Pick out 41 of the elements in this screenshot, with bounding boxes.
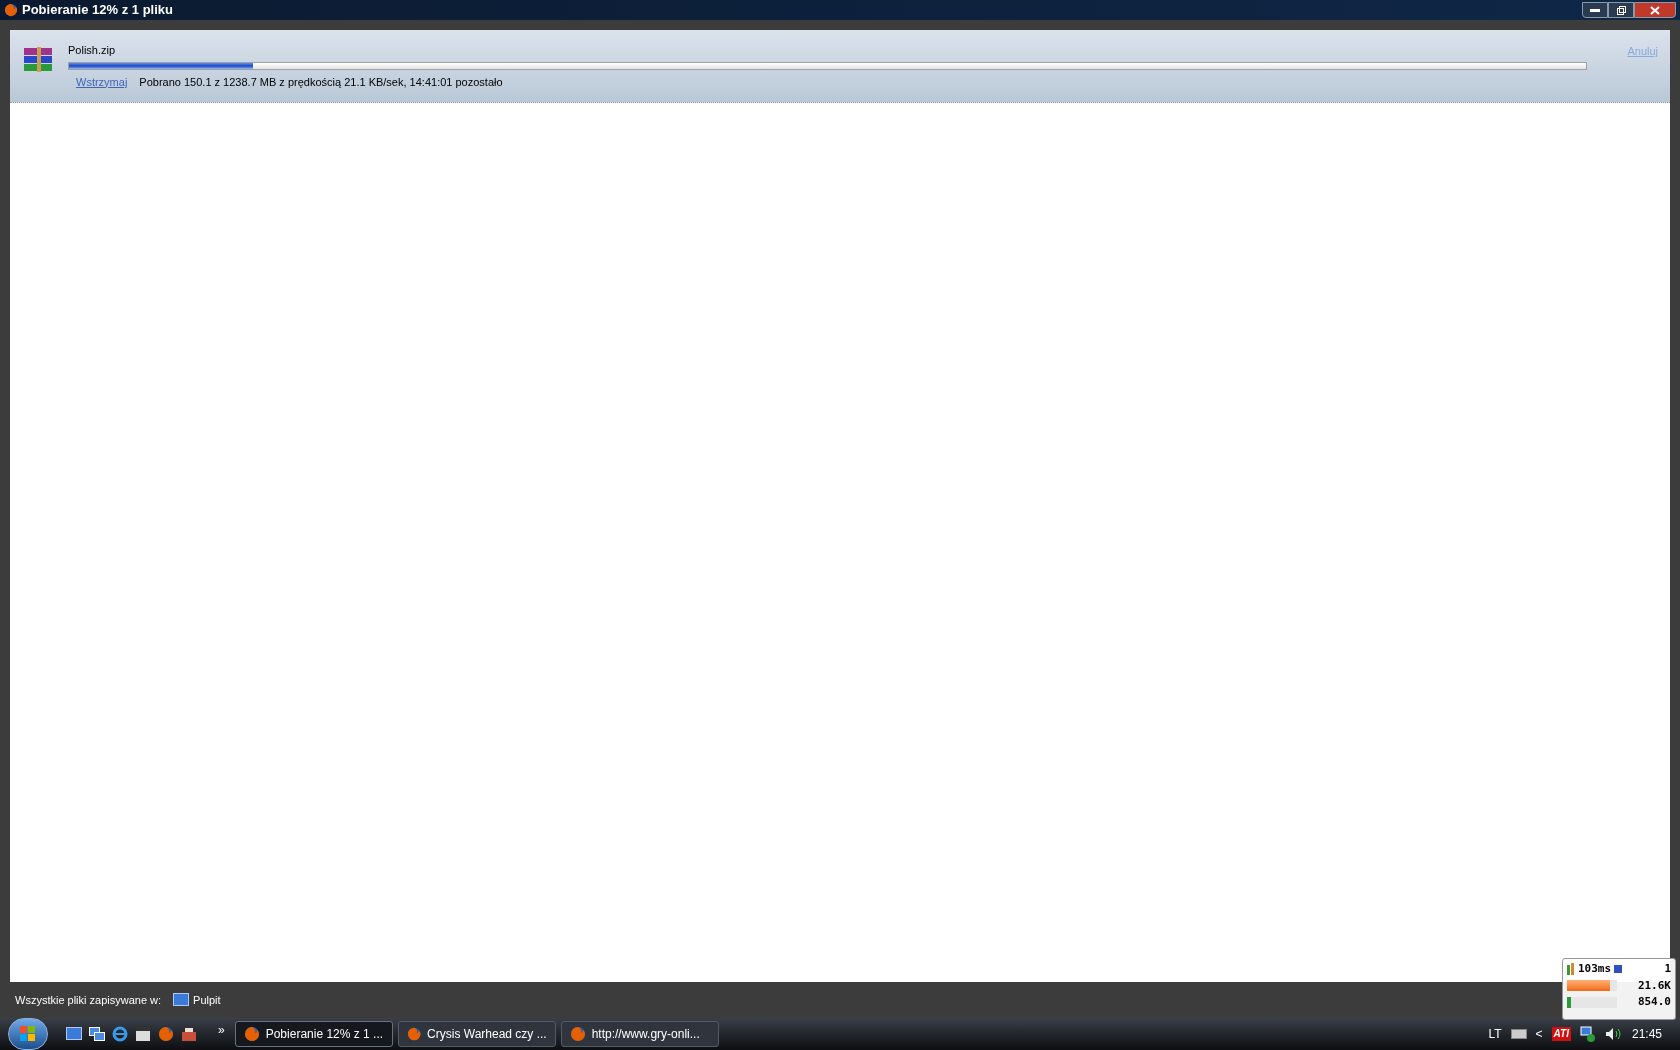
desktop-icon[interactable] <box>66 1027 82 1041</box>
firefox-icon <box>569 1026 586 1042</box>
start-button[interactable] <box>8 1018 48 1050</box>
taskbar-button[interactable]: Pobieranie 12% z 1 ... <box>234 1021 393 1047</box>
ati-logo[interactable]: ATI <box>1551 1027 1571 1041</box>
firefox-icon <box>243 1026 260 1042</box>
window-title: Pobieranie 12% z 1 pliku <box>22 1 173 20</box>
restore-icon <box>1616 5 1626 15</box>
desktop-icon <box>173 993 190 1007</box>
windows-logo-icon <box>20 1026 36 1042</box>
more-button[interactable]: » <box>218 1021 225 1039</box>
minimize-button[interactable] <box>1582 2 1608 18</box>
keyboard-icon[interactable] <box>1510 1029 1527 1039</box>
browser-e-icon[interactable] <box>112 1026 128 1042</box>
count-value: 1 <box>1664 961 1671 977</box>
clock[interactable]: 21:45 <box>1631 1025 1662 1043</box>
pause-link[interactable]: Wstrzymaj <box>76 73 128 90</box>
restore-button[interactable] <box>1608 2 1634 18</box>
firefox-icon <box>4 3 18 17</box>
download-status: Pobrano 150.1 z 1238.7 MB z prędkością 21.1 KB/sek, 14:41:01 pozostało <box>139 74 503 90</box>
tray-expand-button[interactable]: < <box>1535 1025 1543 1043</box>
windows-icon[interactable] <box>89 1027 105 1041</box>
taskbar-button[interactable]: http://www.gry-onli... <box>560 1021 719 1047</box>
ping-bars-icon <box>1567 963 1575 976</box>
square-icon <box>1614 965 1623 974</box>
folder-button[interactable]: Pulpit <box>173 991 221 1009</box>
upload-value: 21.6K <box>1637 977 1671 994</box>
ping-value: 103ms <box>1578 961 1612 977</box>
firefox-icon <box>406 1026 422 1042</box>
minimize-icon <box>1590 8 1600 12</box>
firefox-icon <box>158 1026 174 1042</box>
save-location-label: Wszystkie pliki zapisywane w: <box>15 992 162 1008</box>
taskbar-button[interactable]: Crysis Warhead czy ... <box>397 1021 556 1047</box>
file-name: Polish.zip <box>68 43 117 58</box>
network-icon[interactable] <box>1579 1026 1596 1042</box>
close-button[interactable] <box>1634 2 1676 18</box>
language-indicator[interactable]: LT <box>1488 1025 1502 1043</box>
speaker-icon[interactable] <box>1604 1026 1623 1042</box>
download-value: 854.0 <box>1637 994 1671 1010</box>
download-item[interactable]: Polish.zip Wstrzymaj Pobrano 150.1 z 1238.7 MB z prędkością 21.1 KB/sek, 14:41:01 pozostało Anuluj <box>10 30 1670 103</box>
close-icon <box>1650 5 1660 15</box>
